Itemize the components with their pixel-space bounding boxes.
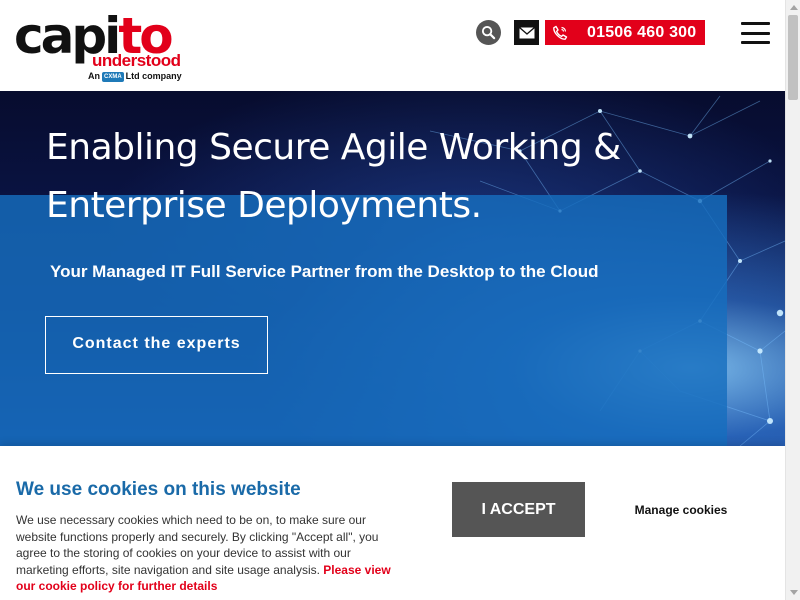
phone-button[interactable]: 01506 460 300 (545, 20, 705, 45)
email-button[interactable] (514, 20, 539, 45)
cookie-banner: We use cookies on this website We use ne… (0, 446, 785, 600)
menu-bar (741, 22, 770, 25)
envelope-icon (518, 26, 535, 38)
contact-experts-button[interactable]: Contact the experts (45, 316, 268, 374)
phone-icon (545, 20, 575, 45)
search-icon (481, 25, 496, 40)
hero-title: Enabling Secure Agile Working & Enterpri… (46, 127, 621, 226)
hero-subtitle: Your Managed IT Full Service Partner fro… (50, 262, 599, 281)
hamburger-menu-icon[interactable] (741, 22, 770, 44)
cookie-description: We use necessary cookies which need to b… (16, 513, 391, 593)
cookie-title: We use cookies on this website (16, 479, 301, 500)
scrollbar-thumb[interactable] (788, 15, 798, 100)
scroll-down-arrow-icon[interactable] (790, 590, 798, 595)
menu-bar (741, 41, 770, 44)
page-scrollbar[interactable] (785, 0, 800, 600)
logo-tagline: An CXMA Ltd company (88, 71, 182, 82)
accept-cookies-button[interactable]: I ACCEPT (452, 482, 585, 537)
capito-logo[interactable]: capito understood An CXMA Ltd company (14, 6, 189, 82)
phone-number: 01506 460 300 (587, 23, 697, 41)
manage-cookies-button[interactable]: Manage cookies (614, 482, 748, 537)
menu-bar (741, 31, 770, 35)
site-header: capito understood An CXMA Ltd company 0150… (0, 0, 785, 91)
logo-subtext: understood (92, 51, 181, 70)
scroll-up-arrow-icon[interactable] (790, 5, 798, 10)
search-button[interactable] (476, 20, 501, 45)
